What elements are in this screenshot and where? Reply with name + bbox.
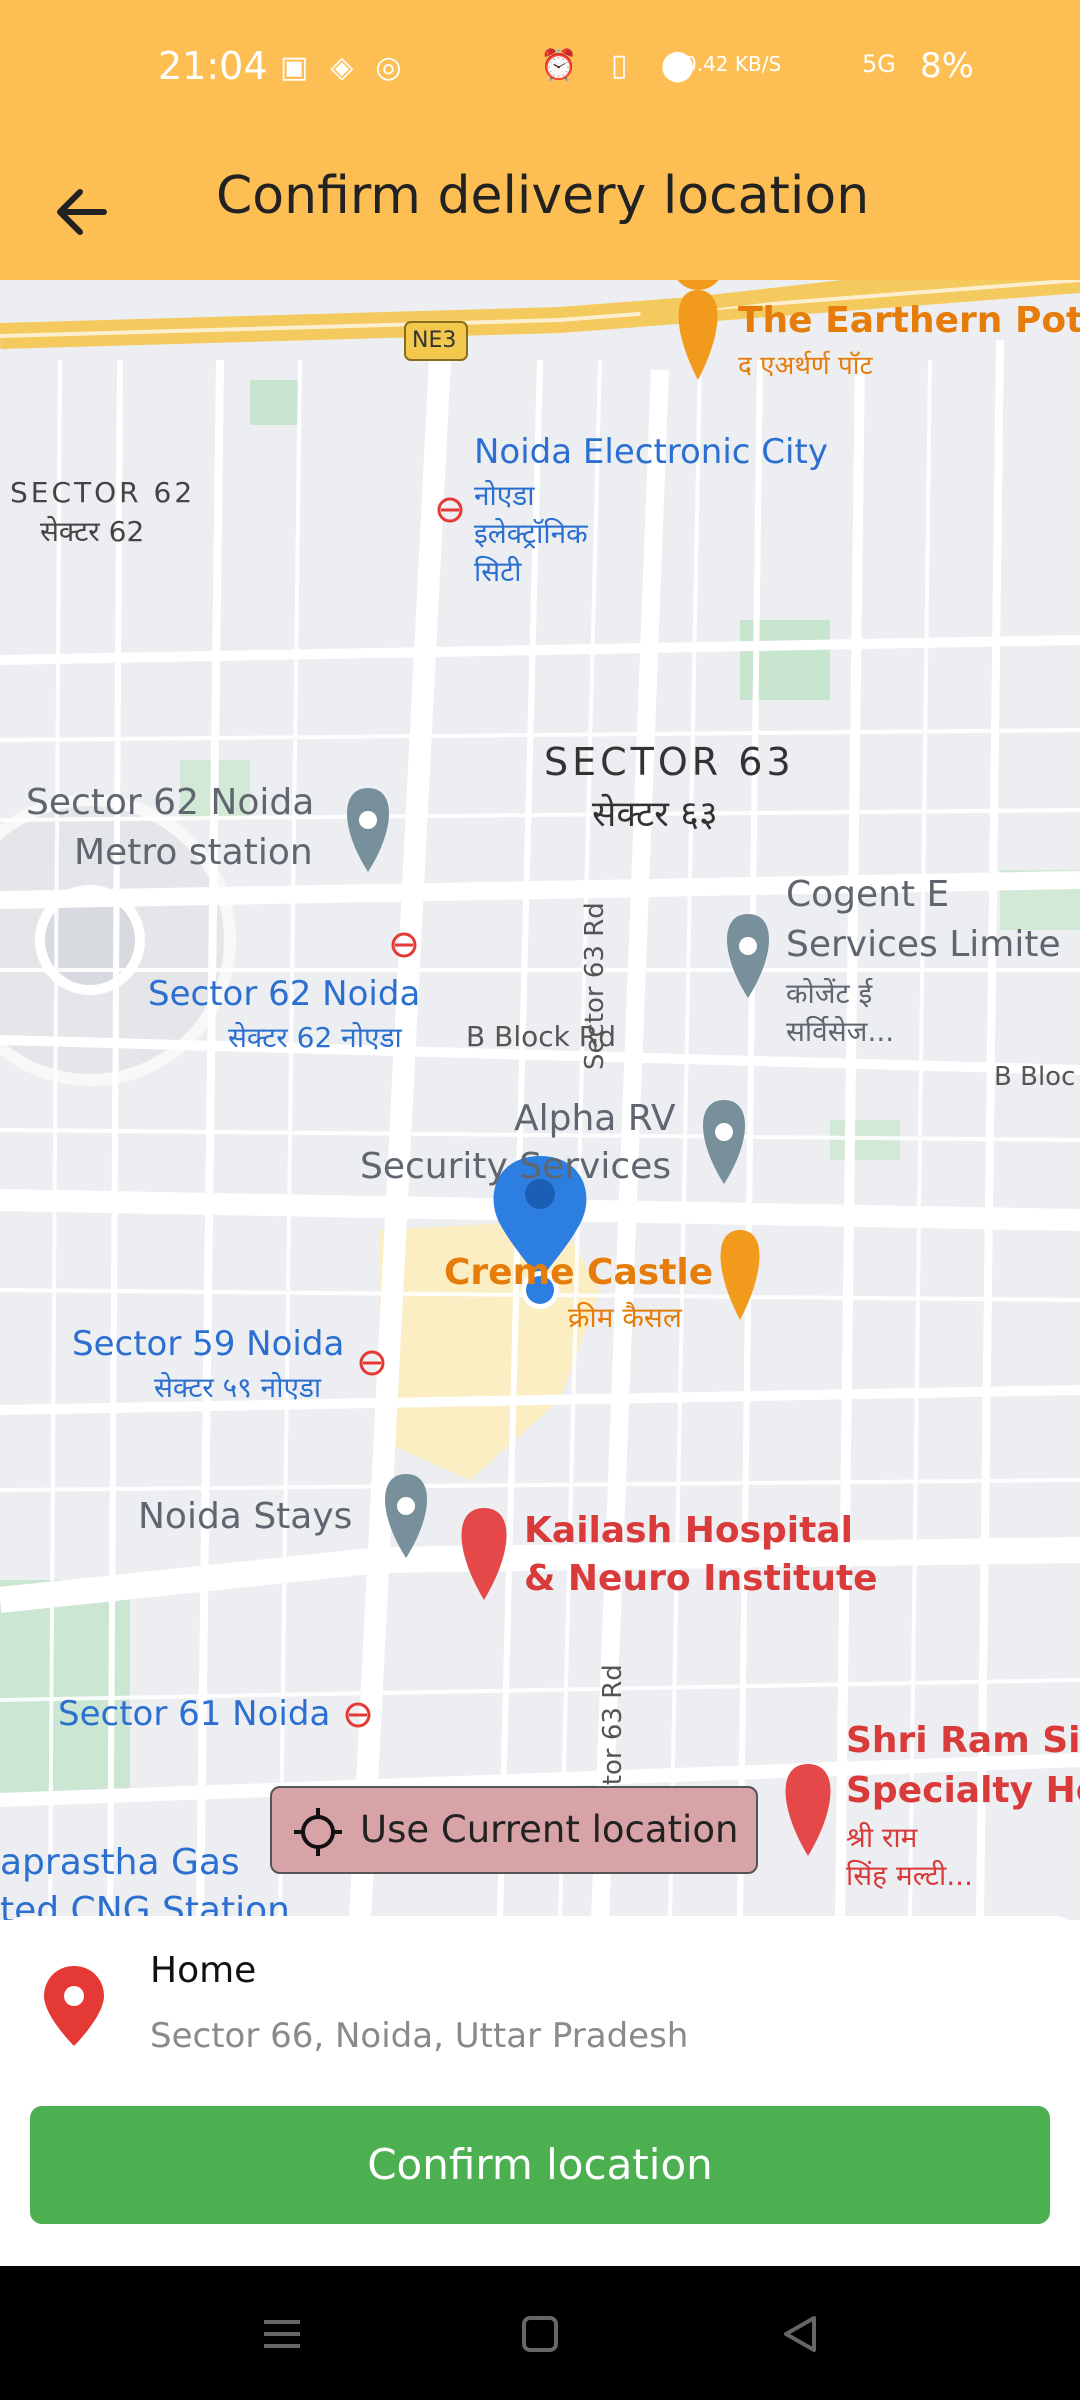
home-icon[interactable] bbox=[518, 2312, 562, 2356]
map-label-shriram-hi1: श्री राम bbox=[846, 1821, 918, 1854]
page-title: Confirm delivery location bbox=[216, 166, 870, 226]
use-current-location-label: Use Current location bbox=[360, 1808, 739, 1851]
address-title: Home bbox=[150, 1950, 257, 1991]
status-bar: 21:04 ▣◈◎ ⏰ ▯ ⬤ 0.42 KB/S 5G 8% bbox=[0, 0, 1080, 144]
location-pin-icon bbox=[44, 1966, 104, 2046]
arrow-left-icon bbox=[57, 189, 107, 235]
map-label-kailash-2: & Neuro Institute bbox=[524, 1558, 878, 1599]
address-sheet: Home Sector 66, Noida, Uttar Pradesh Con… bbox=[0, 1916, 1080, 2266]
map-label-sector62: SECTOR 62 bbox=[10, 476, 196, 509]
map-label-earthern-pot-hi: द एअर्थर्ण पॉट bbox=[738, 351, 873, 381]
menu-icon[interactable] bbox=[260, 2312, 304, 2356]
map-label-earthern-pot: The Earthern Pot bbox=[738, 300, 1080, 341]
app-bar: Confirm delivery location bbox=[0, 144, 1080, 280]
map-label-alpha-1: Alpha RV bbox=[514, 1098, 676, 1139]
map-label-sector59: Sector 59 Noida bbox=[72, 1324, 345, 1364]
battery-level: 8% bbox=[920, 46, 974, 86]
map-label-gas-1: aprastha Gas bbox=[0, 1842, 240, 1883]
map-label-cogent-hi1: कोजेंट ई bbox=[786, 977, 873, 1010]
map-label-noida-stays: Noida Stays bbox=[138, 1496, 353, 1537]
map-label-alpha-2: Security Services bbox=[360, 1146, 672, 1187]
address-subtitle: Sector 66, Noida, Uttar Pradesh bbox=[150, 2016, 689, 2056]
map-label-sector62-noida: Sector 62 Noida bbox=[148, 974, 421, 1014]
notification-icons: ▣◈◎ bbox=[280, 50, 424, 85]
map-label-sector63-hi: सेक्टर ६३ bbox=[592, 794, 718, 835]
map-view[interactable]: The Earthern Pot द एअर्थर्ण पॉट NE3 Noid… bbox=[0, 280, 1080, 1920]
map-label-shriram-hi2: सिंह मल्टी... bbox=[846, 1859, 973, 1892]
map-label-sector62-noida-hi: सेक्टर 62 नोएडा bbox=[228, 1021, 402, 1054]
map-label-shriram-1: Shri Ram Sin bbox=[846, 1720, 1080, 1761]
map-label-b-block-rd-2: B Bloc bbox=[994, 1062, 1076, 1092]
map-label-electronic-city: Noida Electronic City bbox=[474, 432, 828, 472]
map-label-electronic-city-hi1: नोएडा bbox=[474, 479, 535, 512]
map-label-electronic-city-hi3: सिटी bbox=[474, 555, 522, 588]
map-label-shriram-2: Specialty Ho bbox=[846, 1770, 1080, 1811]
map-label-sector59-hi: सेक्टर ५९ नोएडा bbox=[154, 1371, 322, 1404]
net-speed: 0.42 KB/S bbox=[684, 52, 782, 76]
map-label-creme-castle-hi: क्रीम कैसल bbox=[568, 1301, 682, 1334]
map-label-sector63: SECTOR 63 bbox=[544, 740, 795, 784]
map-label-cogent-2: Services Limite bbox=[786, 924, 1061, 965]
map-label-sector62-hi: सेक्टर 62 bbox=[40, 515, 145, 548]
system-nav-bar bbox=[0, 2266, 1080, 2400]
status-time: 21:04 bbox=[158, 44, 268, 88]
map-label-sector63-rd: Sector 63 Rd bbox=[580, 902, 610, 1070]
map-label-cogent-hi2: सर्विसेज... bbox=[786, 1015, 895, 1048]
use-current-location-button[interactable]: Use Current location bbox=[270, 1786, 758, 1874]
network-type: 5G bbox=[862, 50, 896, 78]
map-label-metro-1: Sector 62 Noida bbox=[26, 782, 315, 823]
map-label-electronic-city-hi2: इलेक्ट्रॉनिक bbox=[474, 517, 588, 550]
confirm-location-button[interactable]: Confirm location bbox=[30, 2106, 1050, 2224]
back-nav-icon[interactable] bbox=[778, 2312, 822, 2356]
system-icons: ⏰ ▯ ⬤ bbox=[540, 48, 707, 83]
map-label-kailash-1: Kailash Hospital bbox=[524, 1510, 853, 1551]
map-label-cogent-1: Cogent E bbox=[786, 874, 950, 915]
crosshair-icon bbox=[294, 1808, 342, 1856]
highway-shield: NE3 bbox=[412, 328, 457, 353]
back-button[interactable] bbox=[40, 168, 128, 256]
map-label-metro-2: Metro station bbox=[74, 832, 313, 873]
map-label-creme-castle: Creme Castle bbox=[444, 1252, 714, 1293]
map-label-sector61: Sector 61 Noida bbox=[58, 1694, 331, 1734]
